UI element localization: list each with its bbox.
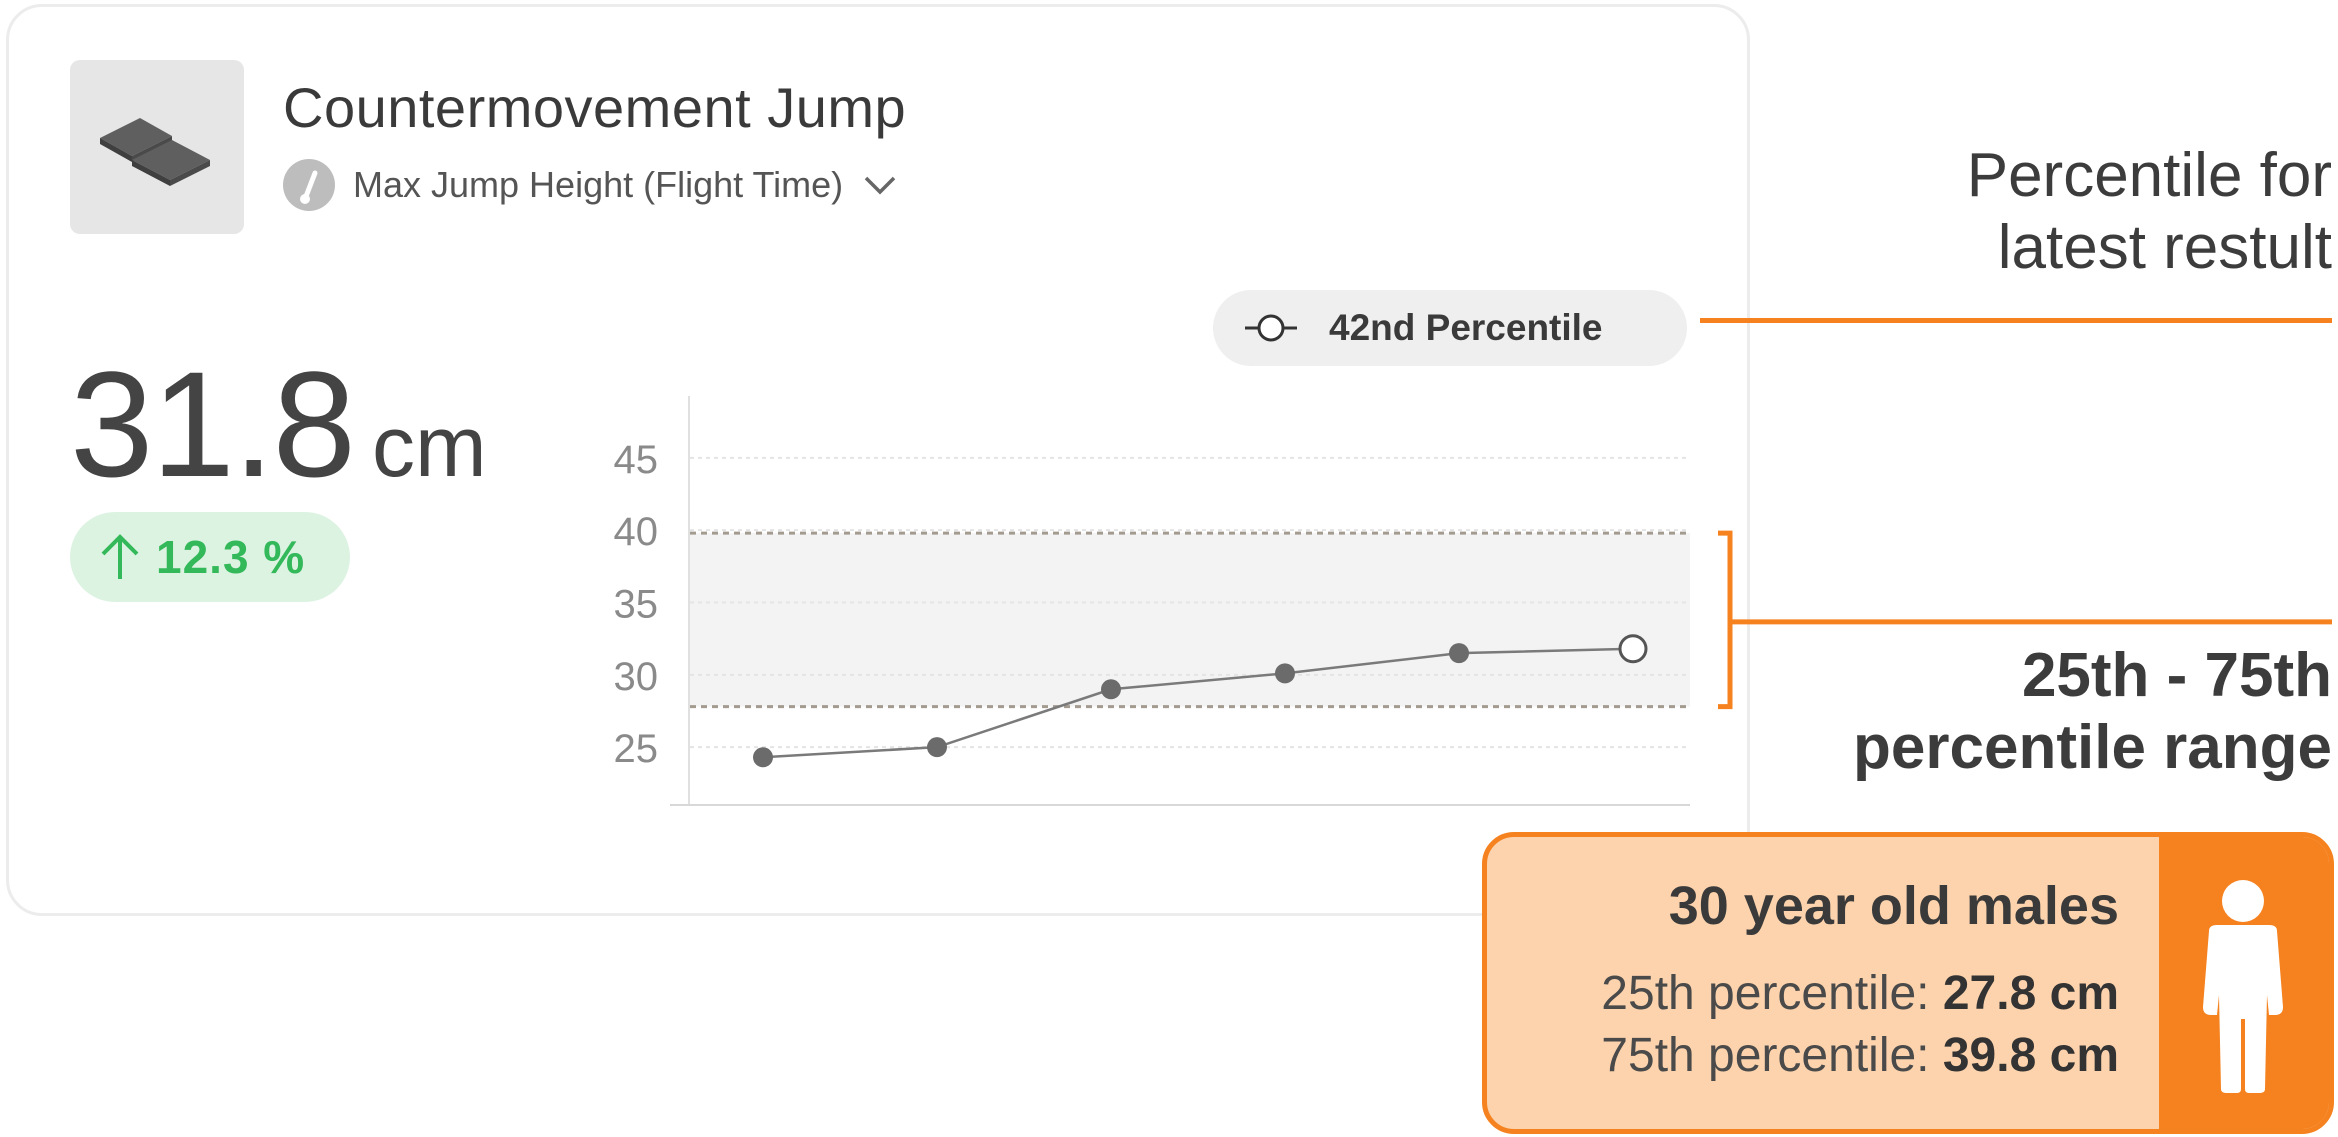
y-tick-label: 30 — [614, 655, 659, 699]
y-tick-label: 35 — [614, 583, 659, 627]
latest-connector — [1700, 318, 2332, 323]
person-icon — [2203, 880, 2283, 1093]
cohort-p25: 25th percentile: 27.8 cm — [1487, 963, 2119, 1025]
y-tick-label: 40 — [614, 510, 659, 554]
cohort-title: 30 year old males — [1668, 876, 2119, 936]
cohort-icon-panel — [2159, 837, 2329, 1129]
data-point[interactable] — [1275, 663, 1295, 684]
cohort-p75-value: 39.8 cm — [1942, 1029, 2119, 1082]
cohort-info: 30 year old males 25th percentile: 27.8 … — [1487, 837, 2159, 1129]
cohort-card: 30 year old males 25th percentile: 27.8 … — [1482, 832, 2334, 1134]
percentile-band — [690, 533, 1690, 707]
range-annotation: 25th - 75th percentile range — [1853, 640, 2332, 784]
data-point[interactable] — [1449, 643, 1469, 664]
y-tick-label: 45 — [614, 438, 659, 482]
cohort-p25-label: 25th percentile: — [1601, 967, 1943, 1020]
data-point[interactable] — [1101, 679, 1121, 700]
data-point[interactable] — [753, 747, 773, 768]
cohort-p25-value: 27.8 cm — [1942, 967, 2119, 1020]
latest-point[interactable] — [1618, 634, 1648, 664]
y-tick-label: 25 — [614, 727, 659, 771]
range-bracket — [1718, 530, 1733, 710]
latest-annotation: Percentile for latest restult — [1967, 140, 2332, 284]
cohort-p75-label: 75th percentile: — [1601, 1029, 1943, 1082]
data-point[interactable] — [927, 737, 947, 758]
range-annotation-line1: 25th - 75th — [2021, 641, 2332, 710]
latest-annotation-line2: latest restult — [1997, 213, 2332, 282]
cohort-p75: 75th percentile: 39.8 cm — [1487, 1025, 2119, 1087]
latest-annotation-line1: Percentile for — [1966, 141, 2332, 210]
range-annotation-line2: percentile range — [1853, 713, 2332, 782]
